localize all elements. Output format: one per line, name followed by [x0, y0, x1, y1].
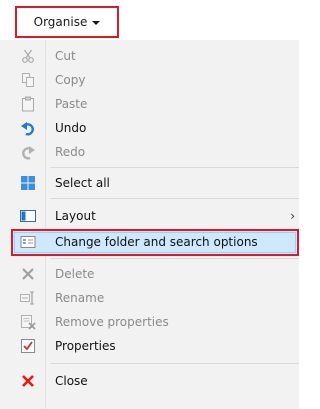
menu-separator: [50, 258, 299, 259]
organise-button[interactable]: Organise: [15, 6, 119, 38]
menu-item-label: Cut: [55, 49, 76, 63]
menu-item-cut[interactable]: Cut: [0, 44, 299, 68]
menu-item-layout[interactable]: Layout ›: [0, 204, 299, 228]
menu-item-remove-properties[interactable]: Remove properties: [0, 310, 299, 334]
menu-item-properties[interactable]: Properties: [0, 334, 299, 358]
menu-item-label: Paste: [55, 97, 88, 111]
menu-item-label: Change folder and search options: [55, 235, 258, 249]
organise-label: Organise: [33, 15, 88, 29]
menu-item-change-folder-options[interactable]: Change folder and search options: [0, 230, 299, 254]
menu-item-label: Remove properties: [55, 315, 169, 329]
copy-icon: [20, 72, 36, 88]
layout-icon: [20, 208, 36, 224]
menu-item-label: Layout: [55, 209, 96, 223]
organise-menu: Cut Copy Paste Undo Redo Select all Layo…: [0, 40, 299, 409]
menu-item-label: Delete: [55, 267, 95, 281]
redo-icon: [20, 144, 36, 160]
menu-item-rename[interactable]: Rename: [0, 286, 299, 310]
menu-item-redo[interactable]: Redo: [0, 140, 299, 164]
close-icon: [20, 373, 36, 389]
menu-item-copy[interactable]: Copy: [0, 68, 299, 92]
chevron-down-icon: [92, 21, 101, 25]
undo-icon: [20, 120, 36, 136]
menu-separator: [50, 198, 299, 199]
menu-item-label: Select all: [55, 176, 110, 190]
menu-item-label: Undo: [55, 121, 87, 135]
menu-item-label: Rename: [55, 291, 105, 305]
menu-item-undo[interactable]: Undo: [0, 116, 299, 140]
menu-item-delete[interactable]: Delete: [0, 262, 299, 286]
menu-item-label: Properties: [55, 339, 116, 353]
toolbar: Organise: [0, 0, 299, 40]
menu-item-label: Redo: [55, 145, 86, 159]
menu-item-select-all[interactable]: Select all: [0, 171, 299, 195]
menu-separator: [50, 363, 299, 364]
delete-icon: [20, 266, 36, 282]
menu-item-label: Copy: [55, 73, 86, 87]
menu-item-close[interactable]: Close: [0, 369, 299, 393]
menu-separator: [50, 167, 299, 168]
select-all-icon: [20, 175, 36, 191]
folder-options-icon: [20, 234, 36, 250]
rename-icon: [20, 290, 36, 306]
properties-icon: [20, 338, 36, 354]
clipboard-icon: [20, 96, 36, 112]
remove-properties-icon: [20, 314, 36, 330]
menu-item-paste[interactable]: Paste: [0, 92, 299, 116]
scissors-icon: [20, 48, 36, 64]
menu-item-label: Close: [55, 374, 88, 388]
chevron-right-icon: ›: [290, 209, 295, 223]
